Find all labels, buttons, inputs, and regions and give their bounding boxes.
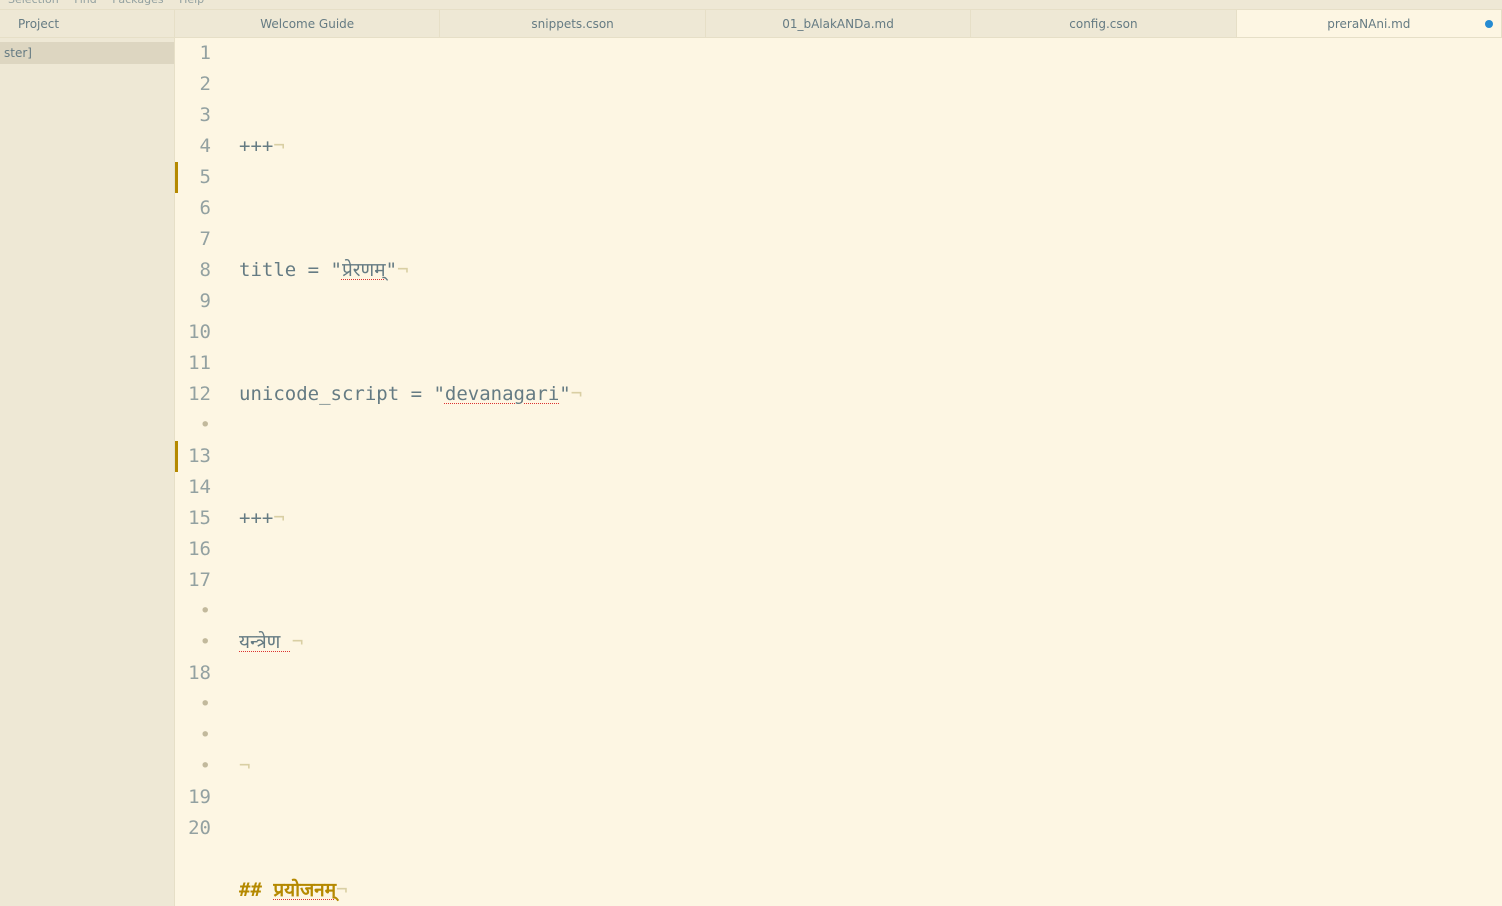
project-tree[interactable]: ster] [0, 38, 175, 906]
line-number[interactable]: 17 [175, 565, 211, 596]
code-line[interactable]: यन्त्रेण ¬ [239, 627, 1502, 658]
line-number[interactable]: 14 [175, 472, 211, 503]
git-modified-icon [175, 441, 178, 472]
tab-snippets[interactable]: snippets.cson [440, 10, 705, 37]
tab-welcome-guide[interactable]: Welcome Guide [175, 10, 440, 37]
line-number[interactable]: 4 [175, 131, 211, 162]
sidebar-header: Project [0, 10, 175, 37]
git-modified-icon [175, 162, 178, 193]
code-line[interactable]: ¬ [239, 751, 1502, 782]
line-number[interactable]: • [175, 627, 211, 658]
code-area[interactable]: +++¬ title = "प्रेरणम्"¬ unicode_script … [223, 38, 1502, 906]
line-number[interactable]: 19 [175, 782, 211, 813]
line-number[interactable]: 10 [175, 317, 211, 348]
menu-selection[interactable]: Selection [8, 0, 59, 6]
line-number[interactable]: • [175, 410, 211, 441]
tabs: Welcome Guide snippets.cson 01_bAlakANDa… [175, 10, 1502, 37]
line-number[interactable]: 3 [175, 100, 211, 131]
code-line[interactable]: +++¬ [239, 131, 1502, 162]
tab-label: Welcome Guide [260, 17, 354, 31]
line-number[interactable]: • [175, 689, 211, 720]
tab-label: 01_bAlakANDa.md [782, 17, 894, 31]
line-number[interactable]: 16 [175, 534, 211, 565]
line-number[interactable]: 18 [175, 658, 211, 689]
menu-packages[interactable]: Packages [112, 0, 163, 6]
line-number[interactable]: 8 [175, 255, 211, 286]
dirty-indicator-icon [1485, 20, 1493, 28]
menu-bar[interactable]: Selection Find Packages Help [0, 0, 1502, 10]
line-number[interactable]: 15 [175, 503, 211, 534]
line-number[interactable]: • [175, 751, 211, 782]
line-number[interactable]: 12 [175, 379, 211, 410]
tab-row: Project Welcome Guide snippets.cson 01_b… [0, 10, 1502, 38]
code-line[interactable]: ## प्रयोजनम्¬ [239, 875, 1502, 906]
line-number[interactable]: • [175, 596, 211, 627]
line-number[interactable]: 2 [175, 69, 211, 100]
code-line[interactable]: +++¬ [239, 503, 1502, 534]
tab-label: preraNAni.md [1327, 17, 1410, 31]
tree-root-item[interactable]: ster] [0, 42, 174, 64]
tab-label: config.cson [1069, 17, 1137, 31]
code-line[interactable]: unicode_script = "devanagari"¬ [239, 379, 1502, 410]
tab-config[interactable]: config.cson [971, 10, 1236, 37]
menu-find[interactable]: Find [74, 0, 97, 6]
line-number[interactable]: 13 [175, 441, 211, 472]
line-number[interactable]: 1 [175, 38, 211, 69]
line-number[interactable]: 7 [175, 224, 211, 255]
code-line[interactable]: title = "प्रेरणम्"¬ [239, 255, 1502, 286]
line-number-gutter[interactable]: 123456789101112•1314151617••18•••1920 [175, 38, 223, 906]
line-number[interactable]: 6 [175, 193, 211, 224]
line-number[interactable]: 9 [175, 286, 211, 317]
tab-balakanda[interactable]: 01_bAlakANDa.md [706, 10, 971, 37]
line-number[interactable]: 11 [175, 348, 211, 379]
editor[interactable]: 123456789101112•1314151617••18•••1920 ++… [175, 38, 1502, 906]
tab-preranani[interactable]: preraNAni.md [1237, 10, 1502, 37]
line-number[interactable]: 5 [175, 162, 211, 193]
line-number[interactable]: 20 [175, 813, 211, 844]
menu-help[interactable]: Help [179, 0, 204, 6]
line-number[interactable]: • [175, 720, 211, 751]
workspace: ster] 123456789101112•1314151617••18•••1… [0, 38, 1502, 906]
tab-label: snippets.cson [531, 17, 613, 31]
